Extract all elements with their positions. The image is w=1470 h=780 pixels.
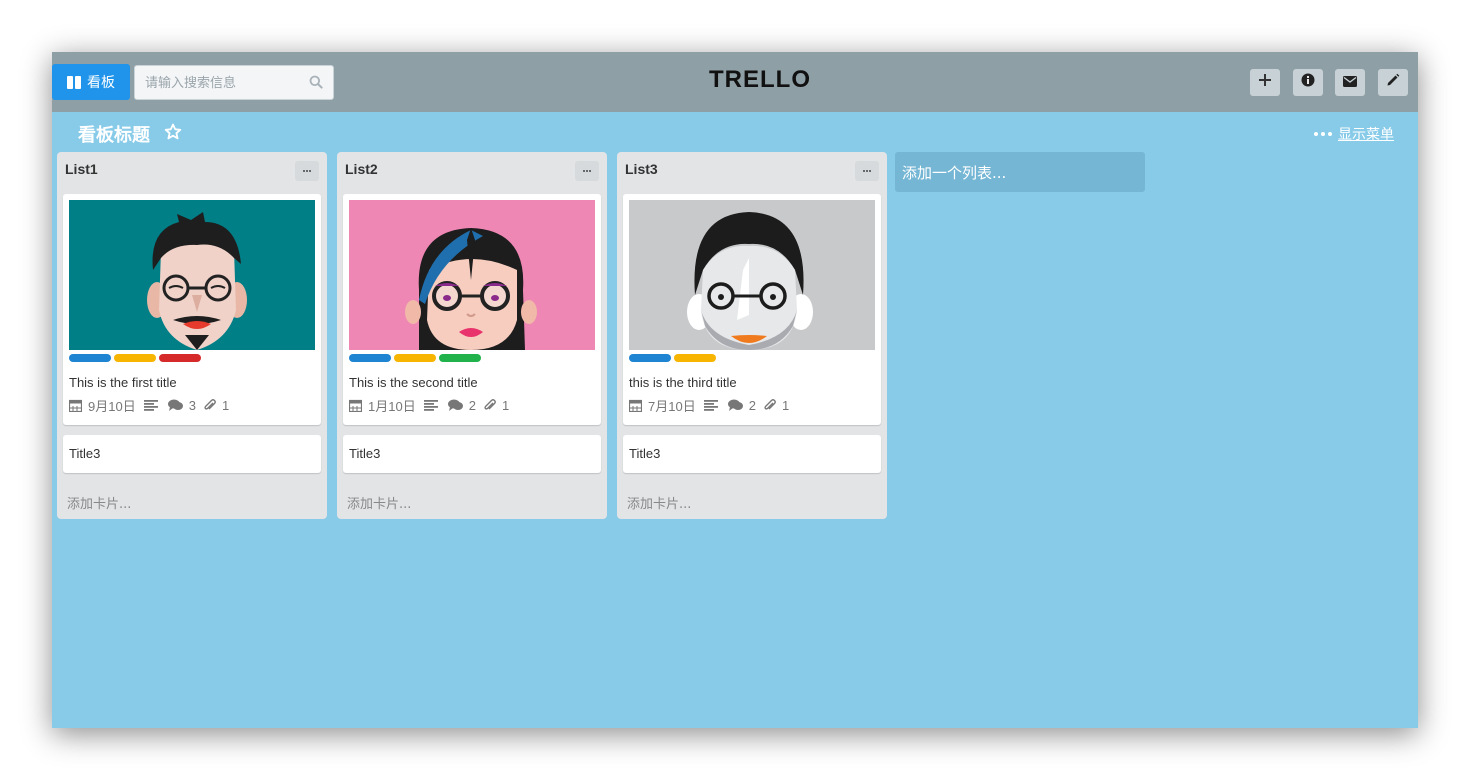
ellipsis-icon — [1314, 132, 1332, 136]
add-card-button[interactable]: 添加卡片... — [347, 493, 411, 512]
label-red — [159, 354, 201, 362]
comments-count: 2 — [748, 397, 756, 413]
label-yellow — [674, 354, 716, 362]
add-button[interactable] — [1250, 69, 1280, 96]
comments-icon — [167, 399, 183, 411]
due-date: 9月10日 — [88, 398, 136, 414]
card-labels — [69, 354, 201, 362]
card-title: This is the second title — [349, 375, 478, 390]
card-badges: 1月10日 2 1 — [349, 397, 517, 414]
list-menu-button[interactable] — [575, 161, 599, 181]
comments-icon — [447, 399, 463, 411]
calendar-icon — [629, 399, 642, 412]
card-title: Title3 — [629, 446, 661, 461]
label-blue — [69, 354, 111, 362]
paperclip-icon — [204, 398, 216, 412]
label-yellow — [394, 354, 436, 362]
comments-count: 3 — [188, 397, 196, 413]
label-blue — [629, 354, 671, 362]
card-labels — [349, 354, 481, 362]
card[interactable]: Title3 — [63, 435, 321, 473]
top-bar: 看板 TRELLO — [52, 52, 1418, 112]
card[interactable]: This is the second title 1月10日 2 1 — [343, 194, 601, 425]
attachments-count: 1 — [781, 397, 790, 413]
show-menu-link[interactable]: 显示菜单 — [1314, 124, 1394, 144]
card-title: this is the third title — [629, 375, 737, 390]
show-menu-label: 显示菜单 — [1338, 127, 1394, 143]
pencil-icon — [1386, 73, 1400, 92]
list-menu-button[interactable] — [295, 161, 319, 181]
calendar-icon — [69, 399, 82, 412]
add-card-button[interactable]: 添加卡片... — [627, 493, 691, 512]
card-title: Title3 — [69, 446, 101, 461]
list-column: List2 This is the second title 1月10日 2 1… — [337, 152, 607, 519]
card[interactable]: This is the first title 9月10日 3 1 — [63, 194, 321, 425]
list-menu-button[interactable] — [855, 161, 879, 181]
add-list-button[interactable]: 添加一个列表... — [895, 152, 1145, 192]
add-icon — [1258, 73, 1272, 92]
label-blue — [349, 354, 391, 362]
description-icon — [423, 399, 438, 411]
label-green — [439, 354, 481, 362]
envelope-icon — [1343, 74, 1357, 92]
due-date: 7月10日 — [648, 398, 696, 414]
list-title[interactable]: List2 — [345, 161, 378, 177]
attachments-count: 1 — [501, 397, 510, 413]
paperclip-icon — [484, 398, 496, 412]
comments-icon — [727, 399, 743, 411]
app-window: 看板 TRELLO — [52, 52, 1418, 728]
list-title[interactable]: List3 — [625, 161, 658, 177]
card-cover-image — [349, 200, 595, 350]
due-date: 1月10日 — [368, 398, 416, 414]
card-cover-image — [629, 200, 875, 350]
edit-button[interactable] — [1378, 69, 1408, 96]
calendar-icon — [349, 399, 362, 412]
list-title[interactable]: List1 — [65, 161, 98, 177]
label-yellow — [114, 354, 156, 362]
star-icon[interactable] — [164, 123, 182, 146]
card-title: Title3 — [349, 446, 381, 461]
board-header: 看板标题 — [78, 122, 182, 146]
card-title: This is the first title — [69, 375, 177, 390]
description-icon — [143, 399, 158, 411]
description-icon — [703, 399, 718, 411]
list-column: List1 This is the first title 9月10日 3 1 … — [57, 152, 327, 519]
board-title[interactable]: 看板标题 — [78, 121, 150, 147]
card[interactable]: Title3 — [343, 435, 601, 473]
message-button[interactable] — [1335, 69, 1365, 96]
card-cover-image — [69, 200, 315, 350]
info-button[interactable] — [1293, 69, 1323, 96]
add-card-button[interactable]: 添加卡片... — [67, 493, 131, 512]
paperclip-icon — [764, 398, 776, 412]
card-badges: 9月10日 3 1 — [69, 397, 237, 414]
comments-count: 2 — [468, 397, 476, 413]
card-labels — [629, 354, 716, 362]
info-icon — [1301, 73, 1315, 92]
card[interactable]: this is the third title 7月10日 2 1 — [623, 194, 881, 425]
attachments-count: 1 — [221, 397, 230, 413]
card-badges: 7月10日 2 1 — [629, 397, 797, 414]
card[interactable]: Title3 — [623, 435, 881, 473]
list-column: List3 this is the third title 7月10日 2 1 … — [617, 152, 887, 519]
